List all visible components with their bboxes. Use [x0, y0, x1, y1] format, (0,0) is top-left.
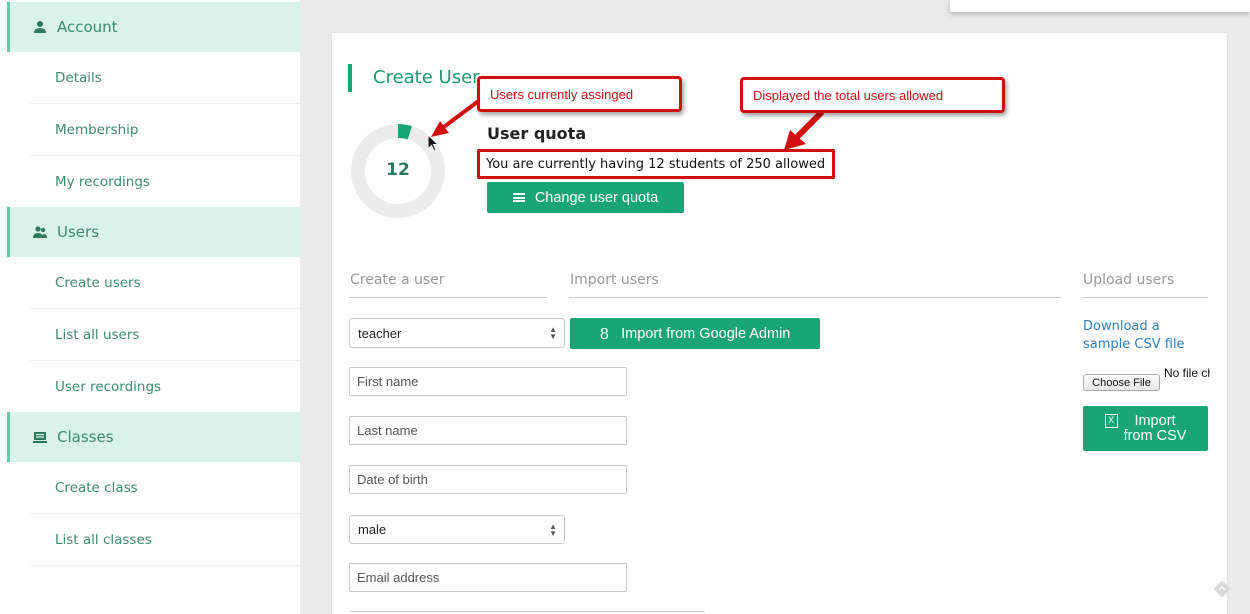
menu-icon: [512, 193, 525, 202]
sidebar-section-label: Account: [57, 18, 118, 36]
select-arrows-icon: ▲ ▼: [549, 521, 557, 538]
quota-assigned-count: 12: [386, 160, 410, 180]
mouse-cursor-icon: [427, 134, 440, 152]
download-sample-csv-link[interactable]: Download a sample CSV file: [1083, 318, 1203, 354]
change-quota-button[interactable]: Change user quota: [487, 182, 684, 213]
tab-create-user[interactable]: Create a user: [350, 272, 445, 288]
sidebar-item-list-all-classes[interactable]: List all classes: [30, 514, 300, 566]
quota-title: User quota: [487, 124, 587, 143]
gender-select[interactable]: male ▲ ▼: [349, 515, 565, 544]
sidebar-item-list-all-users[interactable]: List all users: [30, 309, 300, 361]
tab-import-users[interactable]: Import users: [570, 272, 659, 288]
role-select-value: teacher: [358, 325, 402, 341]
sidebar-item-label: List all users: [55, 326, 140, 343]
email-field[interactable]: Email address: [349, 563, 627, 592]
sidebar-section-label: Classes: [57, 428, 114, 446]
last-name-field[interactable]: Last name: [349, 416, 627, 445]
sidebar-item-label: User recordings: [55, 378, 162, 395]
sidebar-item-label: Details: [55, 69, 102, 86]
sidebar-section-users[interactable]: Users: [7, 207, 300, 257]
excel-file-icon: X: [1104, 414, 1118, 428]
import-csv-button[interactable]: X Import from CSV: [1083, 406, 1208, 451]
tab-upload-users[interactable]: Upload users: [1083, 272, 1174, 288]
import-google-label: Import from Google Admin: [621, 325, 791, 342]
sidebar-item-label: List all classes: [55, 531, 152, 548]
choose-file-button[interactable]: Choose File: [1083, 374, 1160, 391]
sidebar-section-classes[interactable]: Classes: [7, 412, 300, 462]
date-of-birth-field[interactable]: Date of birth: [349, 465, 627, 494]
sidebar-section-label: Users: [57, 223, 100, 241]
title-accent-bar: [348, 64, 352, 92]
annotation-users-assigned: Users currently assinged: [477, 76, 682, 112]
tab-divider: [349, 297, 547, 298]
first-name-field[interactable]: First name: [349, 367, 627, 396]
dropdown-shadow: [950, 0, 1250, 12]
google-icon: 8: [599, 324, 610, 343]
tab-divider: [1082, 297, 1208, 298]
gender-select-value: male: [358, 522, 387, 537]
sidebar-section-account[interactable]: Account: [7, 2, 300, 52]
sidebar-item-membership[interactable]: Membership: [30, 104, 300, 156]
select-arrows-icon: ▲ ▼: [549, 325, 557, 341]
sidebar-item-create-users[interactable]: Create users: [30, 257, 300, 309]
sidebar-item-my-recordings[interactable]: My recordings: [30, 156, 300, 208]
sidebar-item-user-recordings[interactable]: User recordings: [30, 361, 300, 413]
sidebar-item-label: Membership: [55, 121, 139, 138]
file-status-text: No file chosen: [1164, 366, 1210, 380]
quota-status-text: You are currently having 12 students of …: [477, 149, 835, 179]
import-csv-label: Import from CSV: [1123, 412, 1187, 444]
user-icon: [33, 20, 47, 34]
role-select[interactable]: teacher ▲ ▼: [349, 318, 565, 348]
sidebar-item-label: Create class: [55, 479, 138, 496]
next-field-edge: [350, 611, 705, 612]
scroll-to-top-icon[interactable]: [1213, 580, 1231, 598]
users-icon: [33, 225, 47, 239]
page-title: Create User: [373, 67, 480, 88]
import-csv-line1: Import: [1134, 412, 1176, 429]
import-csv-line2: from CSV: [1123, 427, 1187, 444]
sidebar-item-label: Create users: [55, 274, 141, 291]
sidebar-item-details[interactable]: Details: [30, 52, 300, 104]
sidebar: Account Details Membership My recordings…: [0, 0, 300, 614]
annotation-total-users: Displayed the total users allowed: [740, 77, 1005, 113]
change-quota-label: Change user quota: [534, 189, 659, 206]
tab-divider: [569, 297, 1061, 298]
sidebar-item-create-class[interactable]: Create class: [30, 462, 300, 514]
import-google-admin-button[interactable]: 8 Import from Google Admin: [570, 318, 820, 349]
sidebar-item-label: My recordings: [55, 173, 150, 190]
classes-icon: [33, 430, 47, 444]
